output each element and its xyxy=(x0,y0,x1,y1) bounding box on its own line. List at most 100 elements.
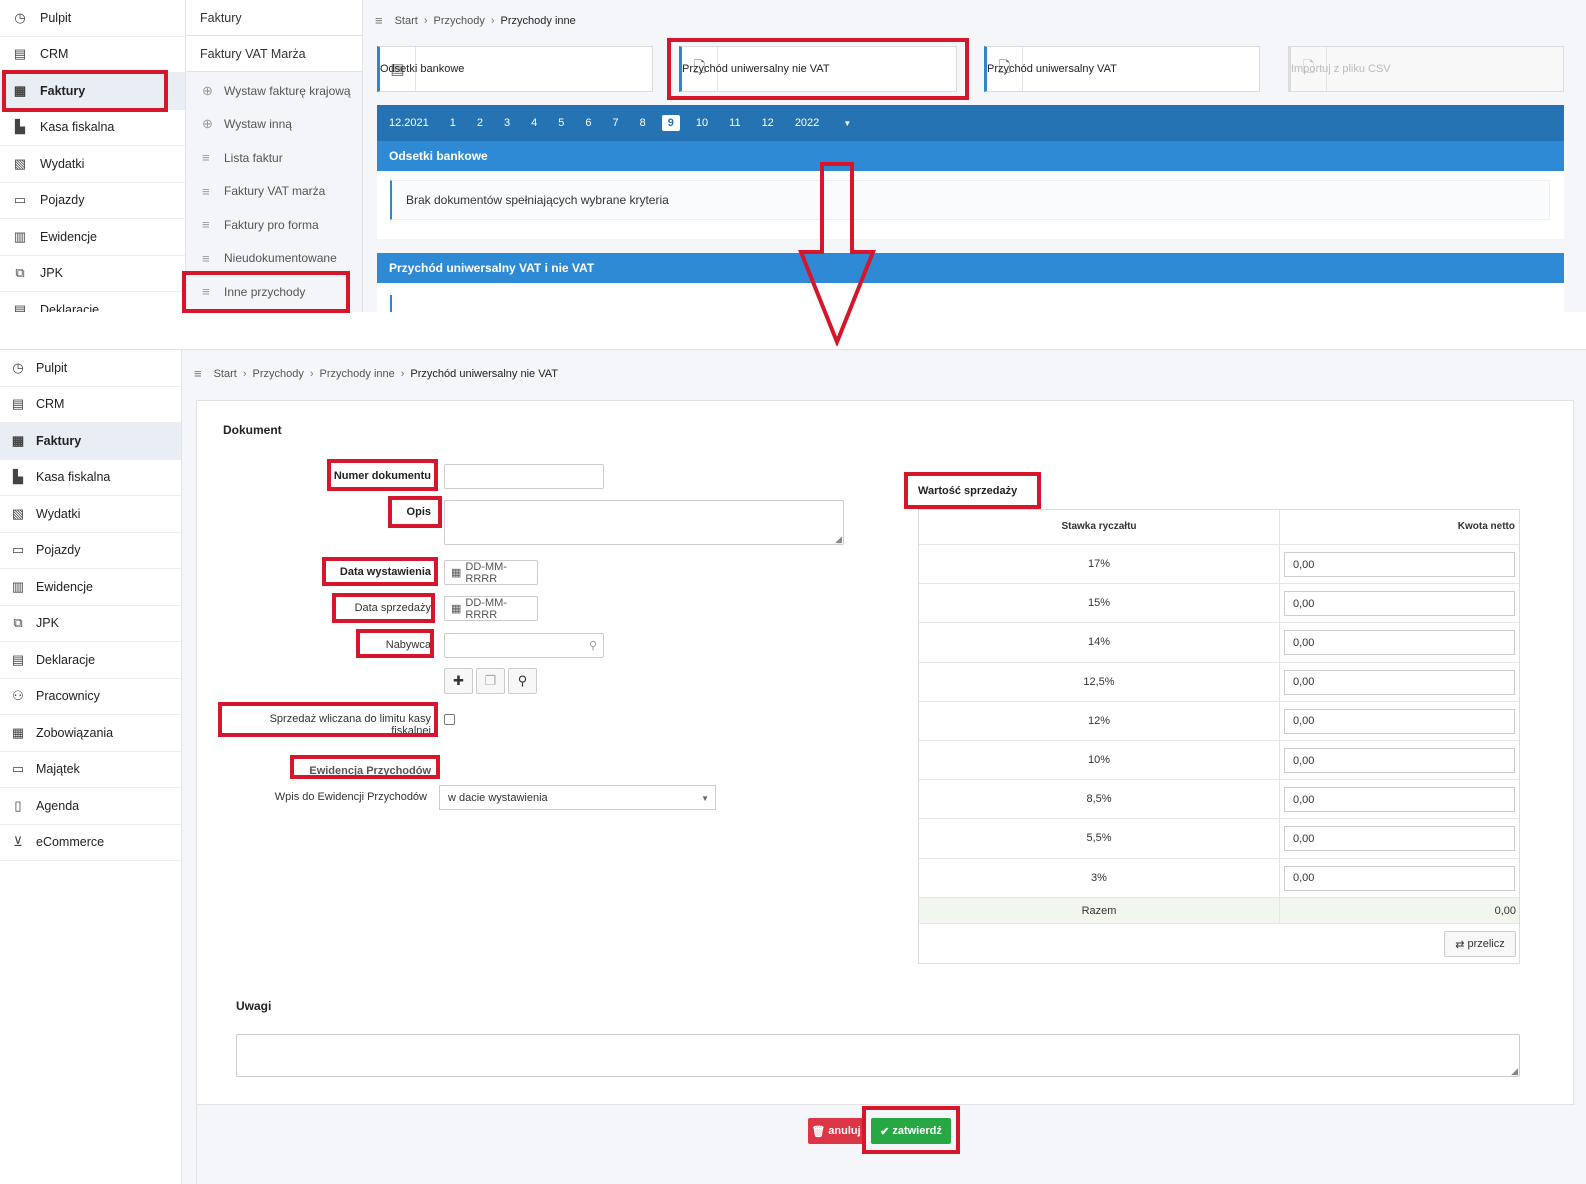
opis-textarea[interactable]: ◢ xyxy=(444,500,844,545)
sidebar-item-deklaracje[interactable]: ▤ Deklaracje xyxy=(0,642,181,679)
month-11[interactable]: 11 xyxy=(729,117,740,129)
sidebar-item-label: JPK xyxy=(40,266,63,281)
amount-cell: 0,00 xyxy=(1279,741,1519,780)
copy-customer-button[interactable]: ❐ xyxy=(476,668,505,694)
amount-input[interactable]: 0,00 xyxy=(1284,669,1515,695)
submenu-item-wystaw-krajowa[interactable]: ⊕ Wystaw fakturę krajową xyxy=(186,74,362,108)
przychod-vat-button[interactable]: 🗋 Przychód uniwersalny VAT xyxy=(984,46,1260,92)
data-sprzedazy-input[interactable]: ▦ DD-MM-RRRR xyxy=(444,596,538,621)
kasa-fiskalna-checkbox[interactable] xyxy=(444,714,455,725)
month-8[interactable]: 8 xyxy=(640,117,646,129)
submenu-item-inne-przychody[interactable]: ≡ Inne przychody xyxy=(186,275,362,309)
hamburger-icon[interactable]: ≡ xyxy=(194,366,202,381)
year-dropdown[interactable]: 2022 ▼ xyxy=(795,117,872,129)
amount-input[interactable]: 0,00 xyxy=(1284,748,1515,773)
submenu-item-faktury-pro-forma[interactable]: ≡ Faktury pro forma xyxy=(186,208,362,242)
sales-value-table: Stawka ryczałtu Kwota netto 17% 0,00 15% 0,… xyxy=(918,509,1520,964)
sidebar-item-label: CRM xyxy=(40,47,69,62)
month-7[interactable]: 7 xyxy=(613,117,619,129)
sidebar-item-pulpit[interactable]: ◷ Pulpit xyxy=(0,0,185,37)
sidebar-item-crm[interactable]: ▤ CRM xyxy=(0,387,181,423)
month-12[interactable]: 12 xyxy=(762,117,774,129)
breadcrumb-przychody-inne[interactable]: Przychody inne xyxy=(320,368,395,380)
amount-input[interactable]: 0,00 xyxy=(1284,787,1515,813)
breadcrumb-przychody[interactable]: Przychody xyxy=(434,15,485,27)
column-header-stawka: Stawka ryczałtu xyxy=(1061,521,1137,532)
month-3[interactable]: 3 xyxy=(504,117,510,129)
amount-input[interactable]: 0,00 xyxy=(1284,826,1515,852)
trash-icon: 🗑 xyxy=(811,1125,826,1138)
month-2[interactable]: 2 xyxy=(477,117,483,129)
total-value-cell: 0,00 xyxy=(1279,898,1519,923)
table-header: Stawka ryczałtu Kwota netto xyxy=(919,510,1519,544)
uwagi-textarea[interactable]: ◢ xyxy=(236,1034,1520,1077)
invoice-submenu: Faktury Faktury VAT Marża ⊕ Wystaw faktur… xyxy=(186,0,363,312)
submenu-item-faktury-vat-marza[interactable]: ≡ Faktury VAT marża xyxy=(186,175,362,209)
confirm-button[interactable]: ✔ zatwierdź xyxy=(871,1118,951,1144)
sidebar-item-deklaracje[interactable]: ▤ Deklaracje xyxy=(0,292,185,312)
submenu-header-faktury-vat-marza[interactable]: Faktury VAT Marża xyxy=(186,36,362,72)
add-customer-button[interactable]: ✚ xyxy=(444,668,473,694)
breadcrumb-start[interactable]: Start xyxy=(214,368,237,380)
amount-input[interactable]: 0,00 xyxy=(1284,708,1515,734)
sidebar-item-faktury[interactable]: ▦ Faktury xyxy=(0,423,181,460)
table-row: 17% 0,00 xyxy=(919,544,1519,584)
amount-cell: 0,00 xyxy=(1279,662,1519,701)
submenu-item-wystaw-inna[interactable]: ⊕ Wystaw inną xyxy=(186,108,362,142)
month-4[interactable]: 4 xyxy=(531,117,537,129)
month-1[interactable]: 1 xyxy=(450,117,456,129)
month-9-active[interactable]: 9 xyxy=(661,115,680,131)
sidebar-item-wydatki[interactable]: ▧ Wydatki xyxy=(0,496,181,533)
nabywca-input[interactable]: ⚲ xyxy=(444,633,604,658)
sidebar-item-label: Ewidencje xyxy=(40,229,97,244)
table-row: 5,5% 0,00 xyxy=(919,818,1519,858)
sidebar-item-pojazdy[interactable]: ▭ Pojazdy xyxy=(0,533,181,569)
wpis-ewidencji-select[interactable]: w dacie wystawienia ▼ xyxy=(439,785,716,810)
sidebar-item-jpk[interactable]: ⧉ JPK xyxy=(0,256,185,292)
resize-grip-icon[interactable]: ◢ xyxy=(835,535,842,544)
sidebar-item-kasa-fiskalna[interactable]: ▙ Kasa fiskalna xyxy=(0,460,181,496)
breadcrumb-start[interactable]: Start xyxy=(395,15,418,27)
sidebar-item-pracownicy[interactable]: ⚇ Pracownicy xyxy=(0,679,181,715)
sidebar-item-crm[interactable]: ▤ CRM xyxy=(0,37,185,73)
amount-input[interactable]: 0,00 xyxy=(1284,552,1515,577)
month-5[interactable]: 5 xyxy=(558,117,564,129)
sidebar-item-pulpit[interactable]: ◷ Pulpit xyxy=(0,350,181,387)
sidebar-item-wydatki[interactable]: ▧ Wydatki xyxy=(0,146,185,183)
sidebar-item-kasa-fiskalna[interactable]: ▙ Kasa fiskalna xyxy=(0,110,185,146)
data-wystawienia-input[interactable]: ▦ DD-MM-RRRR xyxy=(444,560,538,585)
submenu-item-lista-faktur[interactable]: ≡ Lista faktur xyxy=(186,141,362,175)
sidebar-item-pojazdy[interactable]: ▭ Pojazdy xyxy=(0,183,185,219)
import-csv-button[interactable]: 🗋 Importuj z pliku CSV xyxy=(1288,46,1564,92)
month-prev-year[interactable]: 12.2021 xyxy=(389,117,429,129)
sidebar-item-zobowiazania[interactable]: ▦ Zobowiązania xyxy=(0,715,181,752)
cancel-button[interactable]: 🗑 anuluj xyxy=(808,1118,864,1144)
search-customer-button[interactable]: ⚲ xyxy=(508,668,537,694)
sidebar-item-ewidencje[interactable]: ▥ Ewidencje xyxy=(0,569,181,606)
przelicz-button[interactable]: ⇄ przelicz xyxy=(1444,931,1516,957)
sidebar-item-agenda[interactable]: ▯ Agenda xyxy=(0,788,181,825)
search-icon: ⚲ xyxy=(588,640,597,652)
submenu-header-faktury[interactable]: Faktury xyxy=(186,0,362,36)
sidebar-item-ewidencje[interactable]: ▥ Ewidencje xyxy=(0,219,185,256)
sidebar-item-faktury[interactable]: ▦ Faktury xyxy=(0,73,185,110)
sidebar-item-majatek[interactable]: ▭ Majątek xyxy=(0,752,181,788)
amount-input[interactable]: 0,00 xyxy=(1284,630,1515,656)
numer-dokumentu-input[interactable] xyxy=(444,464,604,489)
month-6[interactable]: 6 xyxy=(585,117,591,129)
month-10[interactable]: 10 xyxy=(696,117,708,129)
hamburger-icon[interactable]: ≡ xyxy=(375,13,383,28)
cart-icon: ⊻ xyxy=(13,834,23,850)
resize-grip-icon[interactable]: ◢ xyxy=(1511,1067,1518,1076)
invoice-icon: ▦ xyxy=(11,432,25,448)
bottom-screenshot: ◷ Pulpit ▤ CRM ▦ Faktury ▙ Kasa fiskalna ▧ Wy… xyxy=(0,349,1586,1184)
sidebar-item-jpk[interactable]: ⧉ JPK xyxy=(0,606,181,642)
breadcrumb-przychody[interactable]: Przychody xyxy=(253,368,304,380)
amount-input[interactable]: 0,00 xyxy=(1284,865,1515,891)
odsetki-bankowe-button[interactable]: ▤ Odsetki bankowe xyxy=(377,46,653,92)
submenu-item-nieudokumentowane[interactable]: ≡ Nieudokumentowane xyxy=(186,242,362,276)
sidebar-item-ecommerce[interactable]: ⊻ eCommerce xyxy=(0,825,181,861)
amount-input[interactable]: 0,00 xyxy=(1284,591,1515,617)
sidebar-item-label: Pojazdy xyxy=(36,543,81,558)
przychod-nie-vat-button[interactable]: 🗋 Przychód uniwersalny nie VAT xyxy=(679,46,957,92)
